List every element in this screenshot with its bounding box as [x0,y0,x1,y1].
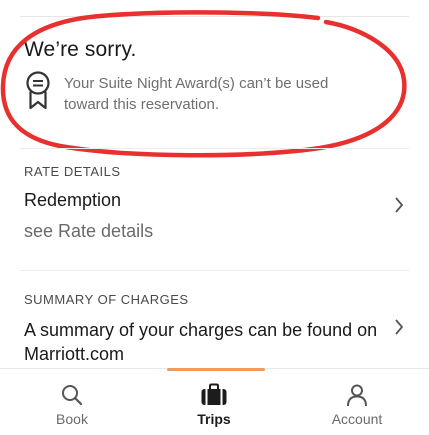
summary-of-charges-label: SUMMARY OF CHARGES [24,292,189,307]
tab-book[interactable]: Book [22,369,122,435]
bottom-tab-bar: Book Trips Account [0,368,429,435]
chevron-right-icon[interactable] [394,197,404,213]
chevron-right-icon[interactable] [394,319,404,335]
award-ribbon-icon [26,71,50,110]
tab-account-label: Account [331,411,383,427]
tab-trips-label: Trips [197,411,231,427]
rate-type: Redemption [24,190,122,210]
section-divider [20,270,409,271]
section-divider [20,148,409,149]
error-alert: We’re sorry. Your Suite Night Award(s) c… [0,0,429,160]
tab-trips[interactable]: Trips [164,369,264,435]
search-icon [62,385,83,406]
person-icon [347,384,367,407]
rate-details-label: RATE DETAILS [24,164,121,179]
tab-book-label: Book [56,411,88,427]
see-rate-details-link[interactable]: see Rate details [24,221,153,242]
charges-summary-text[interactable]: A summary of your charges can be found o… [24,318,379,366]
alert-title: We’re sorry. [24,38,137,61]
alert-message: Your Suite Night Award(s) can’t be used … [64,75,329,113]
briefcase-icon [201,383,227,405]
tab-account[interactable]: Account [307,369,407,435]
